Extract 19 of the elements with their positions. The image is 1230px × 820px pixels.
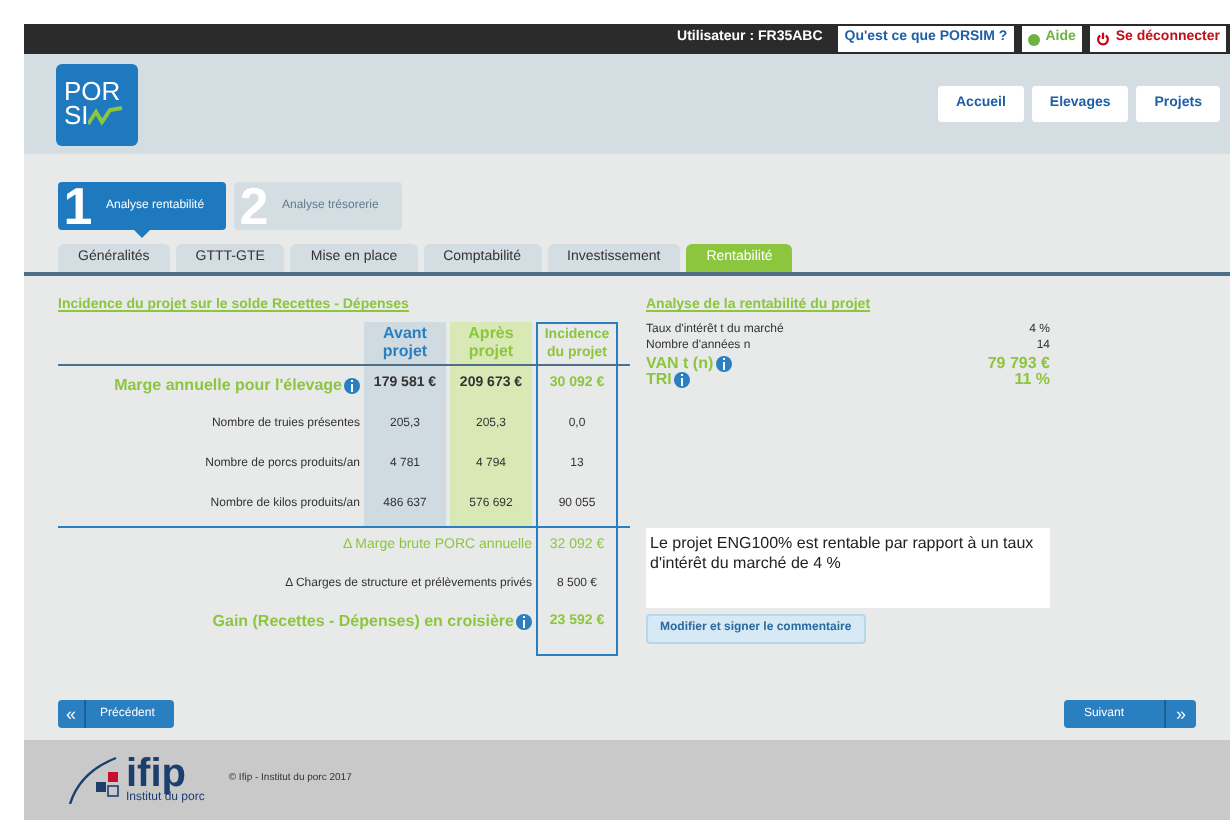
analysis-value: 11 %: [1014, 369, 1050, 391]
column-header: Avant projet: [364, 321, 446, 363]
info-icon[interactable]: [715, 355, 732, 371]
info-icon[interactable]: [516, 614, 532, 630]
summary-label: Gain (Recettes - Dépenses) en croisière: [212, 610, 514, 634]
row-label: Marge annuelle pour l'élevage: [114, 373, 342, 397]
analysis-label: TRI: [646, 368, 672, 391]
info-icon[interactable]: [673, 371, 690, 387]
comment-box[interactable]: Le projet ENG100% est rentable par rapport à un taux d'intérêt du marché de 4 %: [646, 527, 1050, 607]
logo-text: SI: [64, 104, 89, 128]
ifip-logo-icon: [68, 756, 120, 804]
column-header: Après projet: [450, 321, 532, 363]
power-icon: [1095, 32, 1110, 46]
help-icon: [1027, 33, 1040, 45]
footer-logo-text: ifip: [126, 755, 186, 791]
info-icon[interactable]: [344, 377, 360, 393]
analysis-value: 79 793 €: [987, 351, 1050, 372]
logo-text: POR: [64, 80, 123, 104]
analysis-label: VAN t (n): [646, 351, 714, 373]
